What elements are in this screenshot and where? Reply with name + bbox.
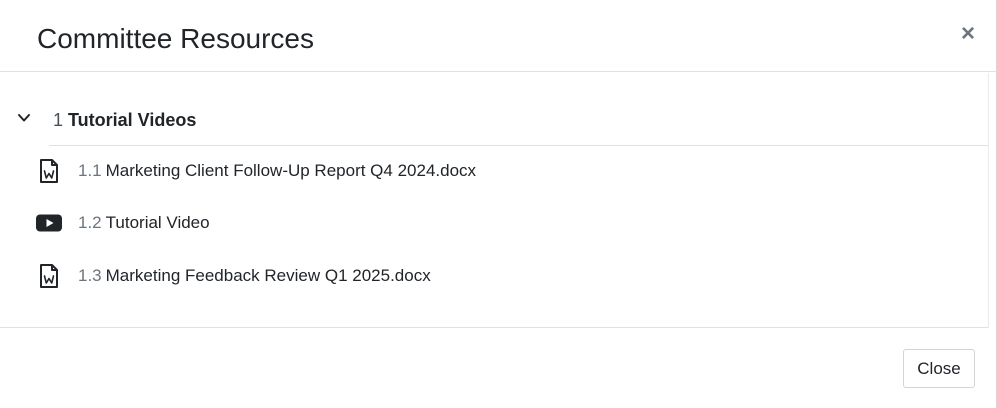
modal-header: Committee Resources ×: [0, 0, 996, 72]
word-document-icon: [40, 264, 58, 288]
close-icon[interactable]: ×: [961, 22, 975, 46]
close-button[interactable]: Close: [903, 349, 975, 388]
youtube-icon: [36, 214, 62, 232]
modal-body: 1 Tutorial Videos 1.1 Marketing Client Fol…: [0, 73, 989, 328]
section-title-text: Tutorial Videos: [68, 110, 197, 130]
word-document-icon: [40, 159, 58, 183]
resource-number: 1.2: [78, 213, 102, 232]
resource-name: Marketing Client Follow-Up Report Q4 202…: [105, 161, 477, 180]
resource-item[interactable]: 1.2 Tutorial Video: [0, 200, 988, 244]
resource-number: 1.1: [78, 161, 102, 180]
resource-name: Tutorial Video: [105, 213, 210, 232]
section-header-tutorial-videos[interactable]: 1 Tutorial Videos: [0, 97, 988, 145]
resource-item[interactable]: 1.1 Marketing Client Follow-Up Report Q4 …: [0, 148, 988, 192]
resource-number: 1.3: [78, 266, 102, 285]
section-title: 1 Tutorial Videos: [53, 109, 196, 131]
resource-label: 1.2 Tutorial Video: [78, 213, 210, 233]
section-number: 1: [53, 110, 64, 130]
resource-item[interactable]: 1.3 Marketing Feedback Review Q1 2025.doc…: [0, 253, 988, 297]
resource-label: 1.1 Marketing Client Follow-Up Report Q4 …: [78, 161, 476, 181]
committee-resources-modal: Committee Resources × 1 Tutorial Videos 1…: [0, 0, 997, 408]
resource-label: 1.3 Marketing Feedback Review Q1 2025.doc…: [78, 266, 431, 286]
section-divider: [49, 145, 988, 146]
resource-name: Marketing Feedback Review Q1 2025.docx: [105, 266, 431, 285]
modal-title: Committee Resources: [37, 23, 314, 54]
chevron-down-icon[interactable]: [17, 111, 31, 125]
